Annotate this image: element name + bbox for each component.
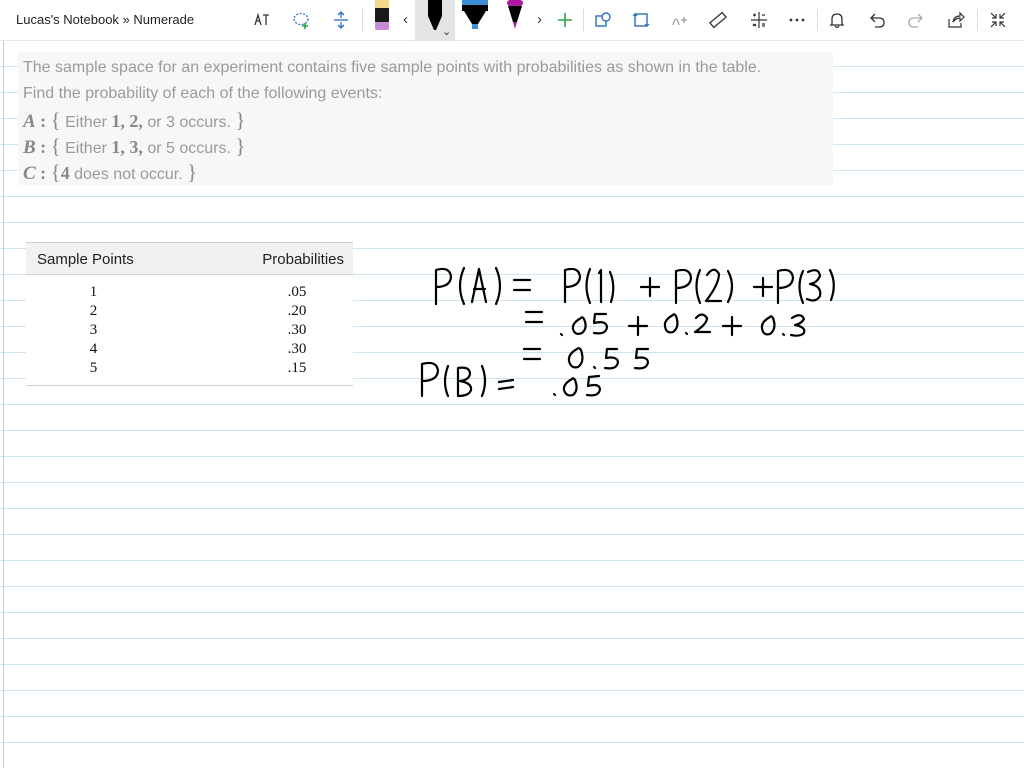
sample-point-cell: 2 <box>89 303 98 319</box>
close-brace: } <box>235 108 246 132</box>
lasso-select-button[interactable] <box>287 6 315 34</box>
ruler-icon <box>709 11 727 29</box>
sample-point-cell: 1 <box>89 284 98 300</box>
column-header-probabilities: Probabilities <box>262 251 344 268</box>
table-bottom-rule <box>26 385 353 386</box>
sample-point-cell: 5 <box>89 360 98 376</box>
event-text: does not occur. <box>69 166 188 183</box>
redo-button[interactable] <box>902 6 930 34</box>
table-body: 1 .05 2 .20 3 .30 4 .30 5 .15 <box>26 284 353 379</box>
probability-cell: .05 <box>287 284 307 300</box>
ink-to-math-icon <box>672 17 687 26</box>
toolbar-separator <box>362 9 363 31</box>
ink-to-text-button[interactable] <box>248 6 276 34</box>
sample-point-cell: 3 <box>89 322 98 338</box>
open-brace: { <box>50 160 61 184</box>
event-a: A : { Either 1, 2, or 3 occurs. } <box>23 107 833 133</box>
problem-line: Find the probability of each of the foll… <box>23 85 383 102</box>
shapes-button[interactable] <box>589 6 617 34</box>
pens-scroll-left-icon[interactable]: ‹ <box>403 10 408 30</box>
problem-statement: The sample space for an experiment conta… <box>18 52 833 185</box>
event-variable: A <box>23 111 36 132</box>
event-b: B : { Either 1, 3, or 5 occurs. } <box>23 133 833 159</box>
event-colon: : <box>40 137 47 157</box>
ink-to-shape-button[interactable] <box>627 6 655 34</box>
event-text: Either <box>60 114 112 131</box>
pen-icon <box>375 0 389 30</box>
table-header: Sample Points Probabilities <box>26 242 353 275</box>
ink-to-math-button[interactable] <box>666 6 694 34</box>
plus-icon <box>558 13 572 27</box>
event-variable: B <box>23 137 36 158</box>
undo-icon <box>870 13 885 28</box>
top-toolbar: Lucas's Notebook » Numerade ‹ ⌄ › <box>0 0 1024 41</box>
add-space-button[interactable] <box>327 6 355 34</box>
add-pen-button[interactable] <box>551 6 579 34</box>
bell-icon <box>829 13 845 29</box>
open-brace: { <box>50 134 61 158</box>
window-title: Lucas's Notebook » Numerade <box>16 12 195 27</box>
ink-to-shape-icon <box>632 13 650 27</box>
ink-to-text-icon <box>254 12 269 26</box>
event-colon: : <box>40 111 47 131</box>
math-icon <box>751 12 767 28</box>
handwriting-ink[interactable] <box>410 256 850 398</box>
add-space-icon <box>334 11 348 29</box>
toolbar-separator <box>817 9 818 31</box>
pen-magenta-button[interactable] <box>501 0 529 34</box>
event-math: 1, 3, <box>111 137 143 157</box>
undo-button[interactable] <box>863 6 891 34</box>
sample-point-cell: 4 <box>89 341 98 357</box>
handwriting-line-1 <box>434 266 835 306</box>
pens-scroll-right-icon[interactable]: › <box>537 10 542 30</box>
probability-cell: .15 <box>287 360 307 376</box>
open-brace: { <box>50 108 61 132</box>
redo-icon <box>908 13 923 28</box>
full-screen-button[interactable] <box>984 6 1012 34</box>
toolbar-separator <box>583 9 584 31</box>
event-colon: : <box>40 163 47 183</box>
probability-cell: .30 <box>287 322 307 338</box>
problem-line: The sample space for an experiment conta… <box>23 59 762 76</box>
ruler-button[interactable] <box>704 6 732 34</box>
handwriting-line-3 <box>522 347 650 370</box>
lasso-select-icon <box>293 12 309 29</box>
event-math: 4 <box>60 163 70 183</box>
table-row: 3 .30 <box>26 322 353 341</box>
chevron-down-icon[interactable]: ⌄ <box>442 22 451 42</box>
event-text: or 3 occurs. <box>142 114 236 131</box>
table-row: 5 .15 <box>26 360 353 379</box>
shapes-icon <box>595 12 611 27</box>
event-text: or 5 occurs. <box>142 140 236 157</box>
event-variable: C <box>23 163 36 184</box>
margin-line <box>3 41 4 768</box>
pen-yellow-black-button[interactable] <box>368 0 396 34</box>
table-row: 1 .05 <box>26 284 353 303</box>
notebook-page[interactable]: The sample space for an experiment conta… <box>0 41 1024 768</box>
toolbar-separator <box>977 9 978 31</box>
notifications-button[interactable] <box>823 6 851 34</box>
share-button[interactable] <box>942 6 970 34</box>
close-brace: } <box>235 134 246 158</box>
column-header-sample-points: Sample Points <box>37 251 134 268</box>
pen-icon <box>507 0 523 29</box>
event-c: C : {4 does not occur. } <box>23 159 833 185</box>
more-icon <box>789 18 805 22</box>
probability-cell: .20 <box>287 303 307 319</box>
share-icon <box>948 11 965 28</box>
close-brace: } <box>187 160 198 184</box>
more-button[interactable] <box>783 6 811 34</box>
event-math: 1, 2, <box>111 111 143 131</box>
handwriting-line-2 <box>524 310 806 337</box>
highlighter-blue-button[interactable] <box>461 0 489 34</box>
table-row: 4 .30 <box>26 341 353 360</box>
math-button[interactable] <box>745 6 773 34</box>
probability-table: Sample Points Probabilities 1 .05 2 .20 … <box>26 242 353 386</box>
event-text: Either <box>60 140 112 157</box>
table-row: 2 .20 <box>26 303 353 322</box>
highlighter-icon <box>462 0 488 29</box>
probability-cell: .30 <box>287 341 307 357</box>
collapse-icon <box>990 12 1006 28</box>
